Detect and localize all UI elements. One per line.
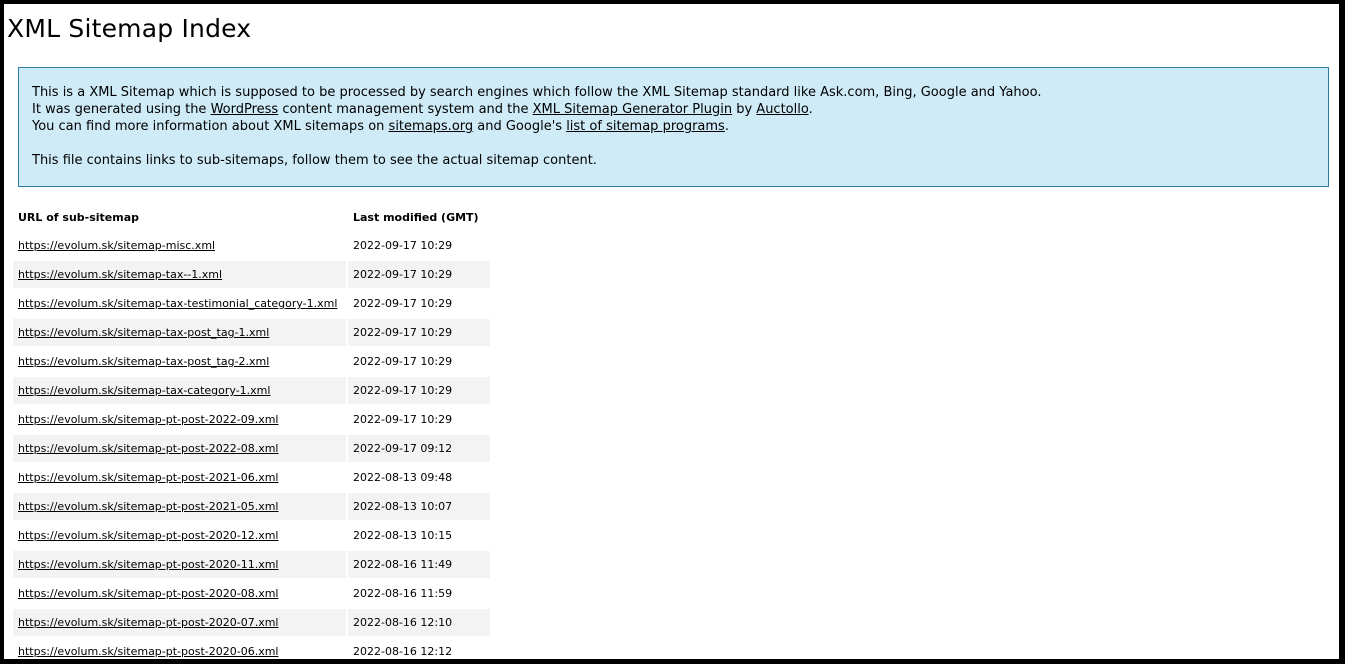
last-modified-cell: 2022-09-17 10:29 [348,319,490,346]
intro-box: This is a XML Sitemap which is supposed … [18,67,1329,187]
last-modified-cell: 2022-08-13 10:15 [348,522,490,549]
auctollo-link[interactable]: Auctollo [756,102,808,117]
table-row: https://evolum.sk/sitemap-pt-post-2020-0… [13,580,490,607]
last-modified-cell: 2022-09-17 10:29 [348,377,490,404]
last-modified-cell: 2022-09-17 09:12 [348,435,490,462]
url-cell: https://evolum.sk/sitemap-pt-post-2020-0… [13,638,346,659]
last-modified-cell: 2022-09-17 10:29 [348,261,490,288]
table-row: https://evolum.sk/sitemap-pt-post-2022-0… [13,435,490,462]
last-modified-cell: 2022-08-16 12:10 [348,609,490,636]
table-row: https://evolum.sk/sitemap-tax-testimonia… [13,290,490,317]
sub-sitemap-link[interactable]: https://evolum.sk/sitemap-pt-post-2020-0… [18,616,279,629]
sitemap-table: URL of sub-sitemap Last modified (GMT) h… [11,203,492,659]
table-row: https://evolum.sk/sitemap-tax--1.xml 2022… [13,261,490,288]
sub-sitemap-link[interactable]: https://evolum.sk/sitemap-pt-post-2020-0… [18,587,279,600]
table-row: https://evolum.sk/sitemap-misc.xml 2022-0… [13,232,490,259]
last-modified-cell: 2022-08-13 10:07 [348,493,490,520]
sub-sitemap-link[interactable]: https://evolum.sk/sitemap-pt-post-2020-1… [18,558,279,571]
table-row: https://evolum.sk/sitemap-pt-post-2020-0… [13,638,490,659]
sub-sitemap-link[interactable]: https://evolum.sk/sitemap-tax-testimonia… [18,297,337,310]
table-row: https://evolum.sk/sitemap-pt-post-2020-1… [13,551,490,578]
url-cell: https://evolum.sk/sitemap-pt-post-2020-0… [13,609,346,636]
sub-sitemap-link[interactable]: https://evolum.sk/sitemap-tax-category-1… [18,384,270,397]
sub-sitemap-link[interactable]: https://evolum.sk/sitemap-pt-post-2021-0… [18,500,279,513]
sitemaps-org-link[interactable]: sitemaps.org [389,119,474,134]
url-cell: https://evolum.sk/sitemap-tax-testimonia… [13,290,346,317]
sub-sitemap-link[interactable]: https://evolum.sk/sitemap-pt-post-2021-0… [18,471,279,484]
sitemap-programs-link[interactable]: list of sitemap programs [566,119,725,134]
intro-line-1: This is a XML Sitemap which is supposed … [32,85,1042,100]
table-header-row: URL of sub-sitemap Last modified (GMT) [13,205,490,230]
sitemap-generator-plugin-link[interactable]: XML Sitemap Generator Plugin [533,102,732,117]
intro-line-3: You can find more information about XML … [32,119,729,134]
url-cell: https://evolum.sk/sitemap-pt-post-2020-0… [13,580,346,607]
last-modified-cell: 2022-09-17 10:29 [348,232,490,259]
url-cell: https://evolum.sk/sitemap-pt-post-2021-0… [13,464,346,491]
url-cell: https://evolum.sk/sitemap-pt-post-2022-0… [13,435,346,462]
last-modified-cell: 2022-08-13 09:48 [348,464,490,491]
sub-sitemap-link[interactable]: https://evolum.sk/sitemap-pt-post-2020-1… [18,529,279,542]
last-modified-cell: 2022-08-16 12:12 [348,638,490,659]
last-modified-cell: 2022-09-17 10:29 [348,406,490,433]
url-cell: https://evolum.sk/sitemap-tax--1.xml [13,261,346,288]
last-modified-cell: 2022-09-17 10:29 [348,290,490,317]
sub-sitemap-link[interactable]: https://evolum.sk/sitemap-pt-post-2022-0… [18,442,279,455]
table-row: https://evolum.sk/sitemap-tax-category-1… [13,377,490,404]
last-modified-cell: 2022-08-16 11:49 [348,551,490,578]
table-row: https://evolum.sk/sitemap-pt-post-2021-0… [13,493,490,520]
table-row: https://evolum.sk/sitemap-tax-post_tag-2… [13,348,490,375]
url-cell: https://evolum.sk/sitemap-pt-post-2022-0… [13,406,346,433]
sub-sitemap-link[interactable]: https://evolum.sk/sitemap-pt-post-2022-0… [18,413,279,426]
url-column-header: URL of sub-sitemap [18,211,140,224]
sub-sitemap-link[interactable]: https://evolum.sk/sitemap-tax--1.xml [18,268,222,281]
url-cell: https://evolum.sk/sitemap-pt-post-2020-1… [13,522,346,549]
last-modified-cell: 2022-08-16 11:59 [348,580,490,607]
table-row: https://evolum.sk/sitemap-tax-post_tag-1… [13,319,490,346]
url-cell: https://evolum.sk/sitemap-pt-post-2021-0… [13,493,346,520]
url-cell: https://evolum.sk/sitemap-tax-post_tag-2… [13,348,346,375]
url-cell: https://evolum.sk/sitemap-pt-post-2020-1… [13,551,346,578]
sub-sitemap-link[interactable]: https://evolum.sk/sitemap-tax-post_tag-2… [18,355,269,368]
intro-line-4: This file contains links to sub-sitemaps… [32,153,597,168]
table-row: https://evolum.sk/sitemap-pt-post-2020-0… [13,609,490,636]
url-cell: https://evolum.sk/sitemap-tax-post_tag-1… [13,319,346,346]
page-title: XML Sitemap Index [7,14,252,43]
sub-sitemap-link[interactable]: https://evolum.sk/sitemap-misc.xml [18,239,215,252]
table-row: https://evolum.sk/sitemap-pt-post-2020-1… [13,522,490,549]
sub-sitemap-link[interactable]: https://evolum.sk/sitemap-tax-post_tag-1… [18,326,269,339]
sub-sitemap-link[interactable]: https://evolum.sk/sitemap-pt-post-2020-0… [18,645,279,658]
url-cell: https://evolum.sk/sitemap-tax-category-1… [13,377,346,404]
table-row: https://evolum.sk/sitemap-pt-post-2021-0… [13,464,490,491]
intro-line-2: It was generated using the WordPress con… [32,102,813,117]
last-modified-cell: 2022-09-17 10:29 [348,348,490,375]
url-cell: https://evolum.sk/sitemap-misc.xml [13,232,346,259]
page-frame: XML Sitemap Index This is a XML Sitemap … [4,4,1339,659]
modified-column-header: Last modified (GMT) [353,211,479,224]
wordpress-link[interactable]: WordPress [211,102,279,117]
table-row: https://evolum.sk/sitemap-pt-post-2022-0… [13,406,490,433]
